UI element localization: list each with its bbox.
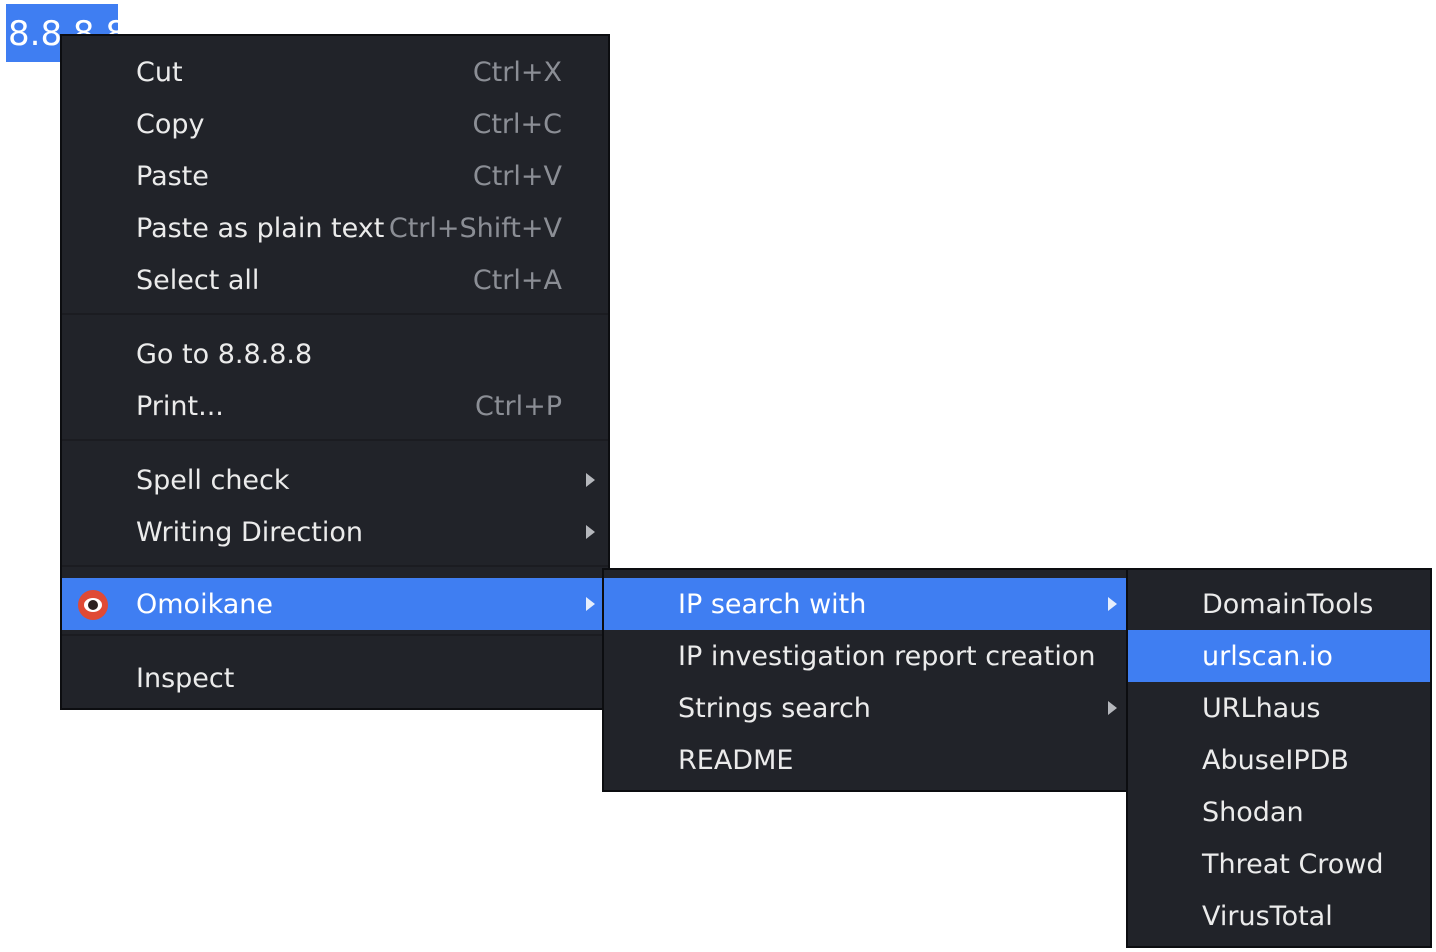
submenu-arrow-icon	[1108, 597, 1117, 611]
omoikane-label: Omoikane	[136, 588, 274, 620]
paste-shortcut: Ctrl+V	[472, 160, 562, 192]
submenu-arrow-icon	[586, 525, 595, 539]
select-all-shortcut: Ctrl+A	[472, 264, 562, 296]
menu-item-print[interactable]: Print... Ctrl+P	[62, 380, 608, 432]
menu-item-paste-plain[interactable]: Paste as plain text Ctrl+Shift+V	[62, 202, 608, 254]
paste-plain-label: Paste as plain text	[136, 212, 385, 244]
copy-label: Copy	[136, 108, 205, 140]
menu-item-urlscan[interactable]: urlscan.io	[1128, 630, 1430, 682]
menu-item-shodan[interactable]: Shodan	[1128, 786, 1430, 838]
submenu-arrow-icon	[1108, 701, 1117, 715]
virustotal-label: VirusTotal	[1202, 900, 1333, 932]
menu-item-ip-search-with[interactable]: IP search with	[604, 578, 1126, 630]
submenu-arrow-icon	[586, 473, 595, 487]
menu-item-paste[interactable]: Paste Ctrl+V	[62, 150, 608, 202]
cut-label: Cut	[136, 56, 183, 88]
omoikane-submenu: IP search with IP investigation report c…	[602, 568, 1128, 792]
menu-separator	[62, 439, 608, 441]
ip-search-submenu: DomainTools urlscan.io URLhaus AbuseIPDB…	[1126, 568, 1432, 948]
menu-item-omoikane[interactable]: Omoikane	[62, 578, 608, 630]
inspect-label: Inspect	[136, 662, 235, 694]
urlhaus-label: URLhaus	[1202, 692, 1321, 724]
ip-report-label: IP investigation report creation	[678, 640, 1096, 672]
menu-item-readme[interactable]: README	[604, 734, 1126, 786]
copy-shortcut: Ctrl+C	[472, 108, 562, 140]
menu-separator	[62, 565, 608, 567]
submenu-arrow-icon	[586, 597, 595, 611]
menu-item-go-to[interactable]: Go to 8.8.8.8	[62, 328, 608, 380]
print-shortcut: Ctrl+P	[475, 390, 562, 422]
menu-item-select-all[interactable]: Select all Ctrl+A	[62, 254, 608, 306]
menu-item-inspect[interactable]: Inspect	[62, 652, 608, 704]
spell-check-label: Spell check	[136, 464, 290, 496]
menu-item-writing-direction[interactable]: Writing Direction	[62, 506, 608, 558]
writing-direction-label: Writing Direction	[136, 516, 363, 548]
ip-search-label: IP search with	[678, 588, 867, 620]
paste-label: Paste	[136, 160, 209, 192]
menu-item-ip-report[interactable]: IP investigation report creation	[604, 630, 1126, 682]
menu-separator	[62, 313, 608, 315]
abuseipdb-label: AbuseIPDB	[1202, 744, 1349, 776]
menu-item-cut[interactable]: Cut Ctrl+X	[62, 46, 608, 98]
paste-plain-shortcut: Ctrl+Shift+V	[388, 212, 562, 244]
menu-separator	[62, 634, 608, 636]
cut-shortcut: Ctrl+X	[472, 56, 562, 88]
readme-label: README	[678, 744, 794, 776]
threat-crowd-label: Threat Crowd	[1202, 848, 1384, 880]
menu-item-spell-check[interactable]: Spell check	[62, 454, 608, 506]
menu-item-strings-search[interactable]: Strings search	[604, 682, 1126, 734]
menu-item-urlhaus[interactable]: URLhaus	[1128, 682, 1430, 734]
strings-search-label: Strings search	[678, 692, 871, 724]
menu-item-virustotal[interactable]: VirusTotal	[1128, 890, 1430, 942]
print-label: Print...	[136, 390, 224, 422]
omoikane-eye-icon	[78, 590, 108, 620]
domaintools-label: DomainTools	[1202, 588, 1374, 620]
context-menu: Cut Ctrl+X Copy Ctrl+C Paste Ctrl+V Past…	[60, 34, 610, 710]
menu-item-abuseipdb[interactable]: AbuseIPDB	[1128, 734, 1430, 786]
urlscan-label: urlscan.io	[1202, 640, 1333, 672]
select-all-label: Select all	[136, 264, 260, 296]
menu-item-domaintools[interactable]: DomainTools	[1128, 578, 1430, 630]
menu-item-threat-crowd[interactable]: Threat Crowd	[1128, 838, 1430, 890]
go-to-label: Go to 8.8.8.8	[136, 338, 313, 370]
menu-item-copy[interactable]: Copy Ctrl+C	[62, 98, 608, 150]
shodan-label: Shodan	[1202, 796, 1304, 828]
